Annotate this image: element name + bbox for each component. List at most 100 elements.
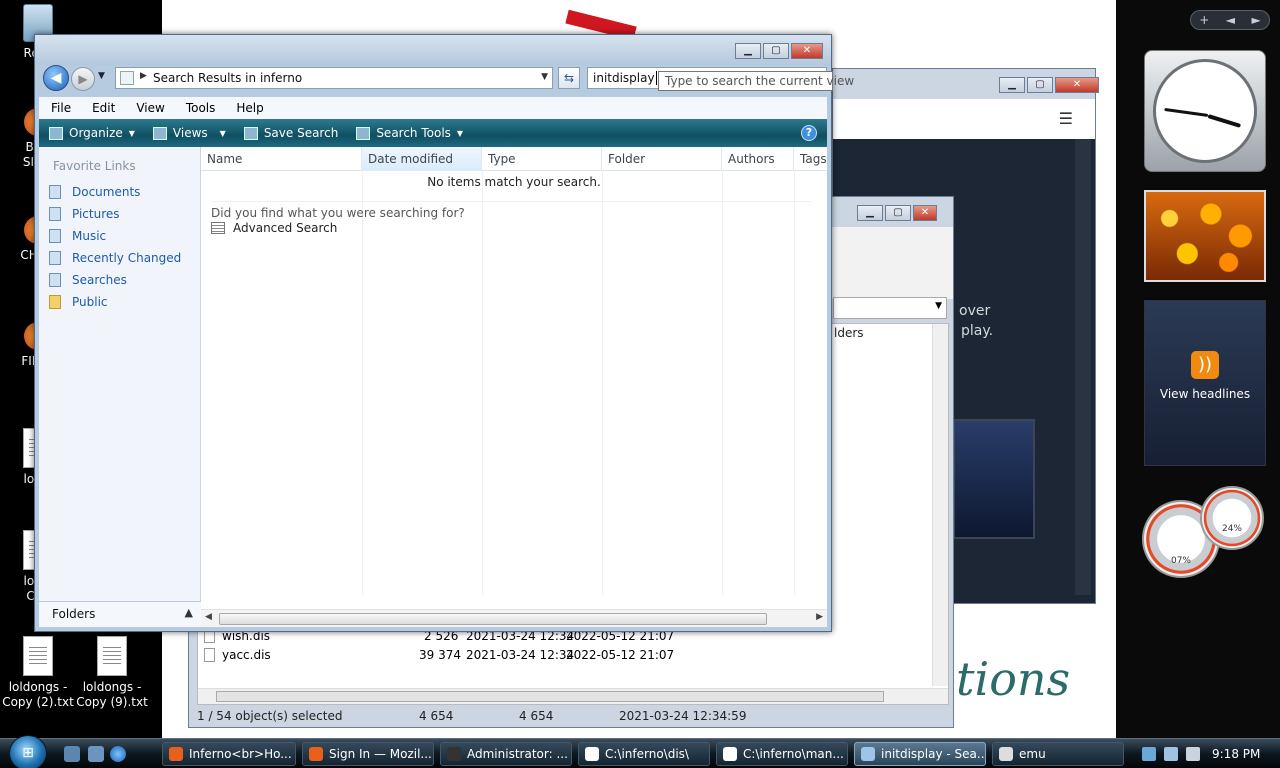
taskbar-button-6[interactable]: emu (992, 742, 1124, 766)
chevron-down-icon: ▼ (219, 128, 226, 138)
menu-edit[interactable]: Edit (80, 101, 124, 115)
taskbar: ⊞ Inferno<br>Ho... Sign In — Mozil... Admi… (0, 735, 1280, 768)
taskbar-button-label: Inferno<br>Ho... (189, 747, 292, 761)
file-size: 39 374 (419, 648, 461, 662)
fav-link-recently-changed[interactable]: Recently Changed (49, 247, 181, 269)
taskbar-button-3[interactable]: C:\inferno\dis\ (578, 742, 710, 766)
menu-tools[interactable]: Tools (174, 101, 225, 115)
menu-icon[interactable]: ☰ (1059, 109, 1073, 128)
memory-gauge[interactable]: 24% (1200, 486, 1264, 550)
desktop-icon-label: loldongs - Copy (2).txt (2, 680, 74, 709)
scroll-thumb[interactable] (219, 613, 767, 625)
fav-link-music[interactable]: Music (49, 225, 181, 247)
status-size: 4 654 (519, 709, 554, 723)
desktop-icon-7[interactable]: loldongs - Copy (9).txt (74, 636, 150, 710)
fav-link-pictures[interactable]: Pictures (49, 203, 181, 225)
wallpaper-text: tions (956, 652, 1071, 706)
media-scrollbar[interactable] (1075, 139, 1091, 595)
media-thumbnail[interactable] (953, 419, 1035, 539)
window-controls: ▁ ▢ ✕ (735, 43, 823, 59)
search-tools-button[interactable]: Search Tools ▼ (356, 126, 463, 140)
network-icon[interactable] (1142, 747, 1156, 761)
file-list-vscroll[interactable] (932, 324, 948, 686)
close-button[interactable]: ✕ (1055, 77, 1099, 93)
menu-view[interactable]: View (124, 101, 173, 115)
feed-headlines-gadget[interactable]: )) View headlines (1144, 300, 1266, 466)
fav-link-label: Pictures (72, 207, 120, 221)
menu-help[interactable]: Help (224, 101, 272, 115)
slideshow-gadget[interactable] (1144, 190, 1266, 282)
add-gadget-button[interactable]: + (1199, 13, 1209, 27)
taskbar-clock[interactable]: 9:18 PM (1212, 747, 1260, 761)
scroll-thumb[interactable] (216, 691, 884, 702)
fav-link-searches[interactable]: Searches (49, 269, 181, 291)
file-manager-path-dropdown[interactable]: ▼ (833, 297, 947, 319)
media-text-line1: over (959, 303, 991, 319)
table-row[interactable]: yacc.dis 39 374 2021-03-24 12:34 2022-05… (204, 647, 924, 665)
address-text: Search Results in inferno (153, 71, 303, 85)
minimize-button[interactable]: ▁ (999, 77, 1025, 93)
sidebar-controls[interactable]: + ◄ ► (1190, 10, 1270, 30)
column-tags[interactable]: Tags (794, 147, 827, 171)
taskbar-button-4[interactable]: C:\inferno\man... (716, 742, 848, 766)
fav-link-documents[interactable]: Documents (49, 181, 181, 203)
file-icon (204, 648, 215, 662)
start-button[interactable]: ⊞ (9, 735, 47, 768)
status-datetime: 2021-03-24 12:34:59 (619, 709, 747, 723)
taskbar-button-0[interactable]: Inferno<br>Ho... (162, 742, 296, 766)
close-button[interactable]: ✕ (913, 205, 937, 221)
sidebar-next-button[interactable]: ► (1252, 13, 1261, 27)
maximize-button[interactable]: ▢ (763, 43, 789, 59)
folders-toggle[interactable]: Folders ▲ (39, 601, 201, 627)
column-type[interactable]: Type (482, 147, 602, 171)
column-date-modified[interactable]: Date modified (362, 147, 482, 171)
horizontal-scrollbar[interactable]: ◀ ▶ (201, 609, 827, 627)
volume-muted-icon[interactable] (1186, 747, 1200, 761)
file-list-hscroll[interactable] (198, 688, 948, 704)
column-folders[interactable]: lders (834, 326, 864, 340)
clock-gadget[interactable] (1144, 50, 1266, 172)
scroll-left-icon[interactable]: ◀ (205, 612, 212, 622)
organize-button[interactable]: Organize ▼ (49, 126, 135, 140)
breadcrumb-separator-icon[interactable]: ▶ (140, 71, 147, 81)
title-bar[interactable]: ▁ ▢ ✕ (35, 35, 831, 65)
desktop-icon-6[interactable]: loldongs - Copy (2).txt (0, 636, 76, 710)
maximize-button[interactable]: ▢ (1027, 77, 1053, 93)
taskbar-button-1[interactable]: Sign In — Mozil... (302, 742, 434, 766)
internet-explorer-icon[interactable] (110, 746, 126, 762)
menu-file[interactable]: File (39, 101, 80, 115)
sidebar-prev-button[interactable]: ◄ (1226, 13, 1235, 27)
close-button[interactable]: ✕ (791, 43, 823, 59)
taskbar-button-5[interactable]: initdisplay - Sea... (854, 742, 986, 766)
window-controls: ▁ ▢ ✕ (999, 77, 1099, 93)
show-desktop-icon[interactable] (64, 746, 80, 762)
taskbar-button-label: Sign In — Mozil... (329, 747, 432, 761)
taskbar-button-2[interactable]: Administrator: ... (440, 742, 572, 766)
chevron-down-icon: ▼ (128, 128, 135, 138)
connection-icon[interactable] (1164, 747, 1178, 761)
minimize-button[interactable]: ▁ (857, 205, 883, 221)
minimize-button[interactable]: ▁ (735, 43, 761, 59)
scroll-right-icon[interactable]: ▶ (816, 612, 823, 622)
chevron-down-icon[interactable]: ▼ (541, 72, 548, 82)
advanced-search-link[interactable]: Advanced Search (211, 221, 337, 235)
forward-button[interactable]: ▶ (71, 67, 95, 91)
save-search-button[interactable]: Save Search (243, 126, 338, 140)
maximize-button[interactable]: ▢ (885, 205, 911, 221)
searches-icon (49, 273, 61, 287)
recent-pages-dropdown[interactable]: ▼ (98, 71, 110, 85)
column-name[interactable]: Name (201, 147, 362, 171)
views-button[interactable]: Views ▼ (152, 126, 226, 140)
column-authors[interactable]: Authors (722, 147, 794, 171)
search-explorer-window[interactable]: ▁ ▢ ✕ ◀ ▶ ▼ ▶ Search Results in inferno … (34, 34, 832, 632)
fav-link-public[interactable]: Public (49, 291, 181, 313)
memory-gauge-value: 24% (1221, 524, 1242, 534)
switch-windows-icon[interactable] (88, 746, 104, 762)
cpu-gauge-value: 07% (1170, 556, 1191, 566)
address-bar[interactable]: ▶ Search Results in inferno ▼ (115, 67, 553, 89)
help-icon[interactable]: ? (801, 125, 817, 141)
app-icon (309, 747, 323, 761)
refresh-button[interactable]: ⇆ (558, 67, 580, 89)
back-button[interactable]: ◀ (43, 65, 69, 91)
column-folder[interactable]: Folder (602, 147, 722, 171)
